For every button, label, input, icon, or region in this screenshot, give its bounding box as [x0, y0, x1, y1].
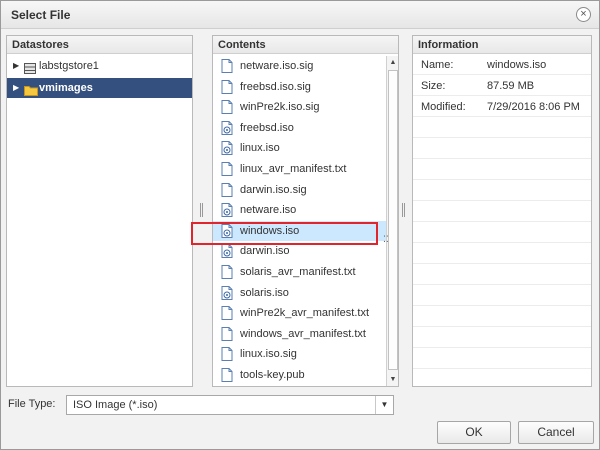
- scroll-thumb[interactable]: [388, 70, 398, 370]
- file-name: solaris_avr_manifest.txt: [240, 266, 356, 278]
- info-key: Name:: [421, 59, 454, 71]
- cancel-button[interactable]: Cancel: [518, 421, 594, 444]
- info-key: Modified:: [421, 101, 466, 113]
- list-item[interactable]: tools-key.pub: [213, 365, 386, 385]
- contents-scrollbar[interactable]: ▲ ▼: [386, 56, 398, 386]
- datastore-label: labstgstore1: [39, 60, 99, 72]
- list-item[interactable]: freebsd.iso: [213, 118, 386, 138]
- list-item[interactable]: linux.iso.sig: [213, 344, 386, 364]
- info-row: Modified: 7/29/2016 8:06 PM: [413, 97, 591, 117]
- contents-list: netware.iso.sig freebsd.iso.sig winPre2k.i…: [213, 56, 386, 386]
- selection-highlight-box: [191, 222, 378, 245]
- file-icon: [221, 368, 233, 386]
- list-item[interactable]: windows_avr_manifest.txt: [213, 324, 386, 344]
- file-name: freebsd.iso: [240, 121, 294, 134]
- info-row: [413, 307, 591, 327]
- info-row: [413, 349, 591, 369]
- info-row: Name: windows.iso: [413, 55, 591, 75]
- file-name: tools-key.pub: [240, 369, 305, 381]
- file-name: winPre2k.iso.sig: [240, 101, 320, 114]
- scroll-down-icon[interactable]: ▼: [388, 374, 398, 385]
- file-name: solaris.iso: [240, 286, 289, 299]
- info-row: [413, 139, 591, 159]
- splitter-handle[interactable]: [200, 203, 203, 217]
- close-icon[interactable]: ×: [576, 7, 591, 22]
- list-item[interactable]: freebsd.iso.sig: [213, 77, 386, 97]
- folder-icon: [24, 83, 38, 103]
- file-name: netware.iso.sig: [240, 60, 314, 72]
- info-row: [413, 328, 591, 348]
- expand-arrow-icon[interactable]: ▶: [13, 56, 19, 76]
- chevron-down-icon[interactable]: ▼: [375, 396, 393, 414]
- contents-panel: Contents netware.iso.sig freebsd.iso.sig w…: [212, 35, 399, 387]
- list-item[interactable]: netware.iso: [213, 200, 386, 220]
- dialog-title: Select File: [11, 8, 71, 22]
- info-value: 87.59 MB: [487, 80, 535, 92]
- info-value: 7/29/2016 8:06 PM: [487, 101, 580, 113]
- list-item[interactable]: linux.iso: [213, 138, 386, 158]
- list-item[interactable]: netware.iso.sig: [213, 56, 386, 76]
- file-type-select[interactable]: ISO Image (*.iso) ▼: [66, 395, 394, 415]
- info-row: [413, 160, 591, 180]
- file-name: linux.iso.sig: [240, 348, 297, 361]
- grip-icon[interactable]: ⁚⁚: [383, 234, 389, 245]
- list-item[interactable]: winPre2k.iso.sig: [213, 97, 386, 117]
- information-header: Information: [413, 36, 591, 54]
- file-name: darwin.iso.sig: [240, 183, 307, 196]
- ok-button[interactable]: OK: [437, 421, 511, 444]
- info-row: [413, 223, 591, 243]
- list-item[interactable]: solaris_avr_manifest.txt: [213, 262, 386, 282]
- contents-header: Contents: [213, 36, 398, 54]
- datastores-panel: Datastores ▶ labstgstore1 ▶ vmimages: [6, 35, 193, 387]
- file-type-value: ISO Image (*.iso): [73, 399, 158, 411]
- file-name: netware.iso: [240, 204, 297, 217]
- list-item[interactable]: winPre2k_avr_manifest.txt: [213, 303, 386, 323]
- file-name: linux_avr_manifest.txt: [240, 163, 347, 175]
- datastore-item[interactable]: ▶ vmimages: [7, 78, 192, 98]
- datastore-label: vmimages: [39, 82, 93, 94]
- info-value: windows.iso: [487, 59, 547, 71]
- splitter-handle[interactable]: [402, 203, 405, 217]
- title-bar: Select File ×: [1, 1, 599, 29]
- info-row: [413, 265, 591, 285]
- file-name: freebsd.iso.sig: [240, 80, 311, 93]
- info-key: Size:: [421, 80, 446, 92]
- info-row: [413, 244, 591, 264]
- file-name: windows_avr_manifest.txt: [240, 327, 366, 340]
- file-type-label: File Type:: [8, 398, 56, 410]
- info-row: [413, 202, 591, 222]
- info-row: [413, 181, 591, 201]
- list-item[interactable]: solaris.iso: [213, 283, 386, 303]
- info-row: [413, 286, 591, 306]
- list-item[interactable]: darwin.iso.sig: [213, 180, 386, 200]
- datastores-header: Datastores: [7, 36, 192, 54]
- list-item[interactable]: linux_avr_manifest.txt: [213, 159, 386, 179]
- info-row: Size: 87.59 MB: [413, 76, 591, 96]
- info-row: [413, 118, 591, 138]
- datastore-item[interactable]: ▶ labstgstore1: [7, 56, 192, 76]
- file-name: winPre2k_avr_manifest.txt: [240, 307, 369, 320]
- file-name: linux.iso: [240, 142, 280, 155]
- expand-arrow-icon[interactable]: ▶: [13, 78, 19, 98]
- scroll-up-icon[interactable]: ▲: [388, 57, 398, 68]
- information-panel: Information Name: windows.iso Size: 87.59 M…: [412, 35, 592, 387]
